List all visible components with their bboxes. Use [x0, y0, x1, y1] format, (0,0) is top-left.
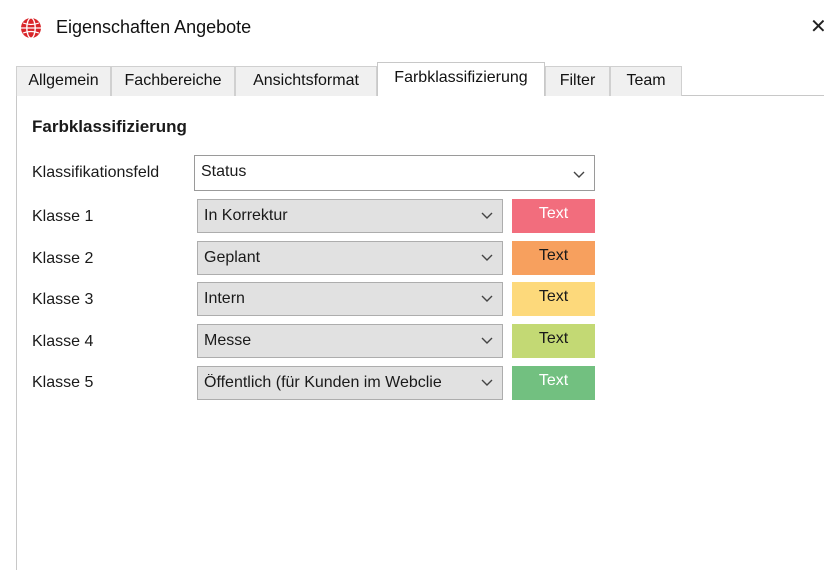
tab-strip: Allgemein Fachbereiche Ansichtsformat Fa…: [16, 62, 824, 96]
tab-team[interactable]: Team: [610, 66, 682, 96]
class-1-color-swatch[interactable]: Text: [512, 199, 595, 233]
tab-ansichtsformat[interactable]: Ansichtsformat: [235, 66, 377, 96]
class-2-value: Geplant: [204, 249, 261, 266]
class-4-value: Messe: [204, 332, 252, 349]
class-5-select[interactable]: Öffentlich (für Kunden im Webclie: [197, 366, 503, 400]
class-1-value: In Korrektur: [204, 207, 288, 224]
class-3-color-swatch[interactable]: Text: [512, 282, 595, 316]
field-label: Klassifikationsfeld: [32, 164, 160, 181]
tab-filter[interactable]: Filter: [545, 66, 610, 96]
class-3-label: Klasse 3: [32, 291, 94, 308]
title-bar: Eigenschaften Angebote ✕: [0, 0, 824, 56]
class-2-color-swatch[interactable]: Text: [512, 241, 595, 275]
class-5-value: Öffentlich (für Kunden im Webclie: [204, 374, 442, 391]
class-1-select[interactable]: In Korrektur: [197, 199, 503, 233]
class-3-select[interactable]: Intern: [197, 282, 503, 316]
classification-field-select[interactable]: Status: [194, 155, 595, 191]
class-4-label: Klasse 4: [32, 333, 94, 350]
class-4-select[interactable]: Messe: [197, 324, 503, 358]
chevron-down-icon: [481, 212, 493, 219]
window-title: Eigenschaften Angebote: [56, 17, 252, 37]
chevron-down-icon: [481, 337, 493, 344]
class-5-label: Klasse 5: [32, 374, 94, 391]
class-4-color-swatch[interactable]: Text: [512, 324, 595, 358]
class-1-label: Klasse 1: [32, 208, 94, 225]
tab-allgemein[interactable]: Allgemein: [16, 66, 111, 96]
chevron-down-icon: [573, 171, 585, 178]
section-title: Farbklassifizierung: [32, 117, 187, 136]
class-2-select[interactable]: Geplant: [197, 241, 503, 275]
chevron-down-icon: [481, 295, 493, 302]
globe-icon: [21, 17, 41, 39]
tab-fachbereiche[interactable]: Fachbereiche: [111, 66, 235, 96]
classification-field-value: Status: [201, 163, 247, 180]
class-3-value: Intern: [204, 290, 245, 307]
class-2-label: Klasse 2: [32, 250, 94, 267]
close-icon[interactable]: ✕: [810, 14, 824, 39]
chevron-down-icon: [481, 254, 493, 261]
class-5-color-swatch[interactable]: Text: [512, 366, 595, 400]
chevron-down-icon: [481, 379, 493, 386]
tab-farbklassifizierung[interactable]: Farbklassifizierung: [377, 62, 545, 96]
